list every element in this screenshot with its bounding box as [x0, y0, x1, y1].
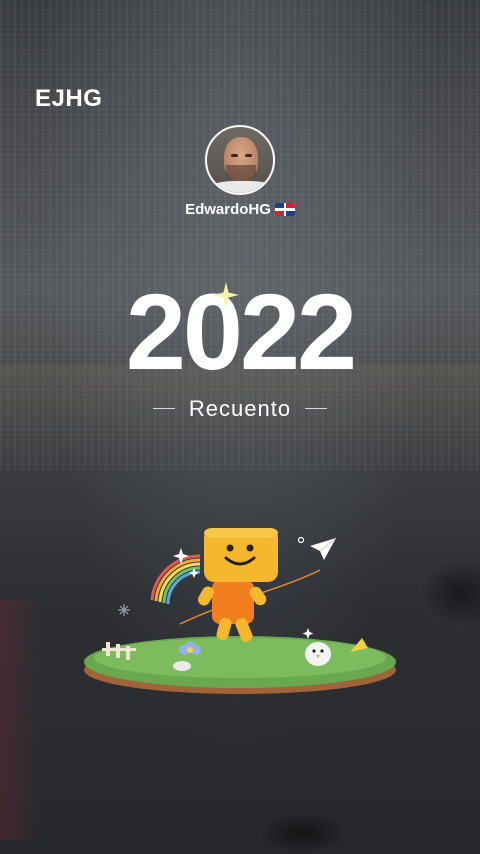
gear-sparkle-icon [118, 604, 130, 616]
brand-label: EJHG [35, 85, 103, 112]
dominican-republic-flag-icon [274, 203, 295, 216]
avatar-beard [226, 165, 256, 181]
shoreline-shadow [420, 558, 480, 628]
avatar[interactable] [205, 125, 275, 195]
chick-icon [305, 642, 331, 666]
bottom-shadow [258, 812, 348, 854]
divider-right [305, 408, 328, 409]
year-title: 2022 [125, 271, 357, 392]
recap-subtitle: Recuento [188, 396, 292, 421]
divider-left [152, 408, 175, 409]
username: EdwardoHG [185, 201, 271, 218]
avatar-shirt [207, 181, 273, 193]
dot-icon [297, 536, 305, 544]
avatar-eye-right [245, 154, 252, 157]
mascot [198, 528, 278, 642]
username-row: EdwardoHG [0, 201, 480, 218]
left-glow [0, 600, 40, 840]
rainbow-icon [150, 554, 201, 605]
recap-subtitle-row: Recuento [0, 396, 480, 422]
mascot-illustration [84, 528, 396, 694]
avatar-eye-left [231, 154, 238, 157]
sparkle-icon [213, 282, 239, 308]
star-icon [302, 628, 314, 639]
